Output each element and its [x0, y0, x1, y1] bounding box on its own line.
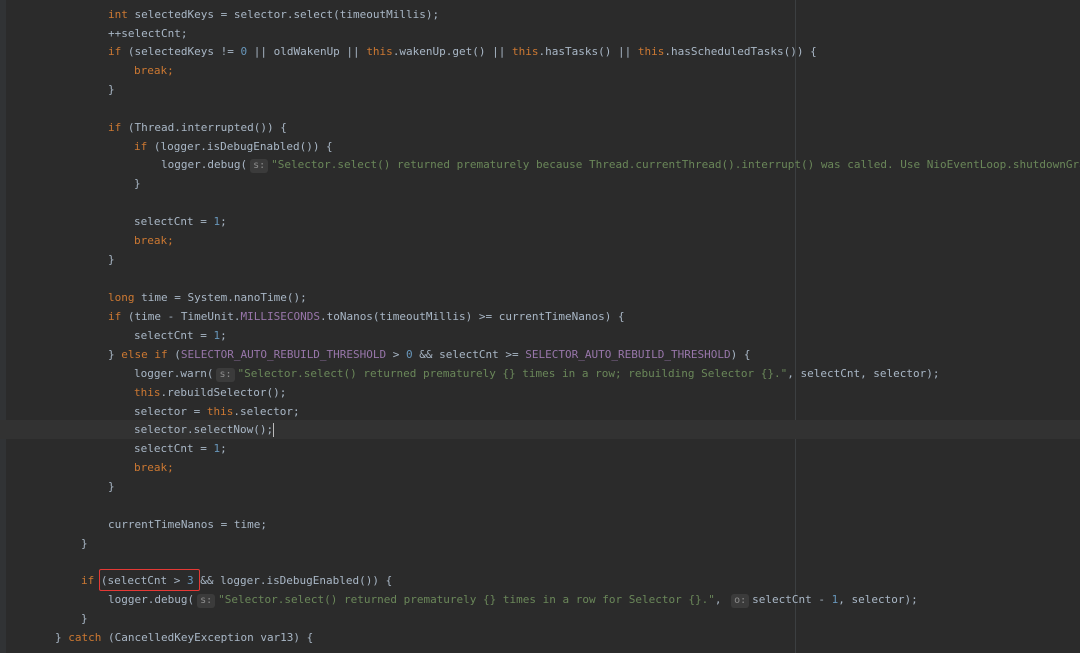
code-line[interactable]: if (logger.isDebugEnabled()) { — [0, 137, 1080, 156]
code-line[interactable]: currentTimeNanos = time; — [0, 515, 1080, 534]
code-line[interactable]: selectCnt = 1; — [0, 326, 1080, 345]
code-line[interactable]: logger.debug(s: "Selector.select() return… — [0, 155, 1080, 174]
code-line[interactable]: break; — [0, 458, 1080, 477]
code-line[interactable]: break; — [0, 231, 1080, 250]
code-line[interactable]: int selectedKeys = selector.select(timeo… — [0, 5, 1080, 24]
code-line[interactable]: } — [0, 250, 1080, 269]
code-line[interactable]: selectCnt = 1; — [0, 212, 1080, 231]
code-line[interactable]: break; — [0, 61, 1080, 80]
code-line[interactable]: if (Thread.interrupted()) { — [0, 118, 1080, 137]
code-line[interactable]: } — [0, 477, 1080, 496]
parameter-hint: o: — [731, 594, 750, 608]
code-line[interactable]: selector = this.selector; — [0, 402, 1080, 421]
code-line[interactable]: long time = System.nanoTime(); — [0, 288, 1080, 307]
code-line[interactable]: logger.warn(s: "Selector.select() returne… — [0, 364, 1080, 383]
code-line[interactable]: ++selectCnt; — [0, 24, 1080, 43]
code-line[interactable]: selectCnt = 1; — [0, 439, 1080, 458]
code-line-current[interactable]: selector.selectNow(); — [0, 420, 1080, 439]
code-line[interactable]: } — [0, 174, 1080, 193]
selection-highlight-box — [99, 569, 200, 591]
code-line[interactable]: if (time - TimeUnit.MILLISECONDS.toNanos… — [0, 307, 1080, 326]
code-line[interactable]: } — [0, 609, 1080, 628]
code-line[interactable]: } — [0, 534, 1080, 553]
code-line[interactable]: } else if (SELECTOR_AUTO_REBUILD_THRESHO… — [0, 345, 1080, 364]
code-editor[interactable]: int selectedKeys = selector.select(timeo… — [0, 0, 1080, 653]
parameter-hint: s: — [216, 368, 235, 382]
code-line[interactable]: if (selectedKeys != 0 || oldWakenUp || t… — [0, 42, 1080, 61]
parameter-hint: s: — [250, 159, 269, 173]
code-line[interactable]: logger.debug(s: "Selector.select() return… — [0, 590, 1080, 609]
code-line[interactable]: this.rebuildSelector(); — [0, 383, 1080, 402]
code-line[interactable]: } catch (CancelledKeyException var13) { — [0, 628, 1080, 647]
text-caret — [273, 423, 275, 437]
parameter-hint: s: — [197, 594, 216, 608]
code-line[interactable]: } — [0, 80, 1080, 99]
